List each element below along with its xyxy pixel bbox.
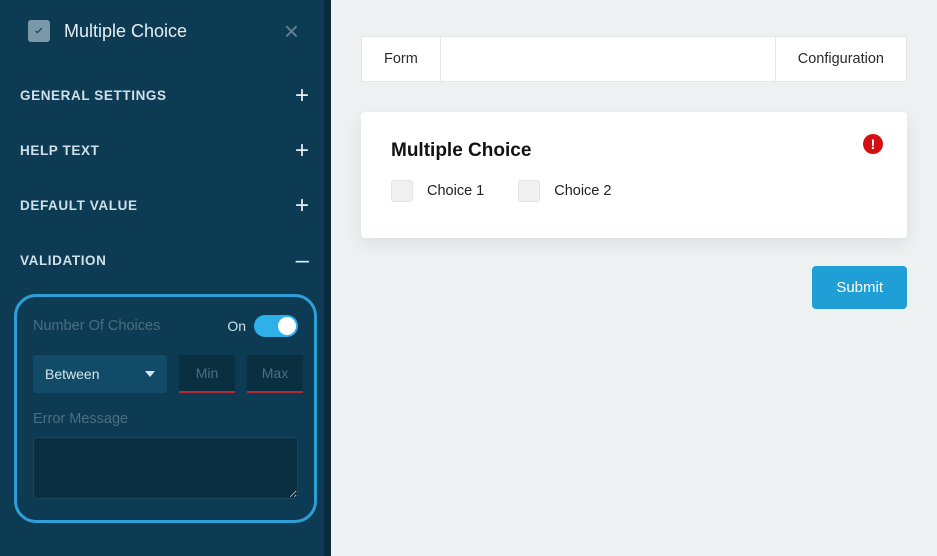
operator-value: Between	[45, 366, 99, 382]
sidebar: Multiple Choice × GENERAL SETTINGS + HEL…	[0, 0, 331, 556]
main-canvas: Form Configuration ! Multiple Choice Cho…	[331, 0, 937, 556]
close-icon[interactable]: ×	[278, 18, 305, 44]
min-input[interactable]	[179, 355, 235, 393]
validation-panel: Number Of Choices On Between Error Messa…	[14, 294, 317, 523]
plus-icon: +	[295, 200, 309, 212]
error-message-input[interactable]	[33, 437, 298, 499]
field-title: Multiple Choice	[391, 140, 877, 162]
choice-label: Choice 2	[554, 183, 611, 199]
tab-configuration[interactable]: Configuration	[776, 37, 906, 81]
max-input[interactable]	[247, 355, 303, 393]
sidebar-title: Multiple Choice	[64, 21, 264, 42]
form-field-card[interactable]: ! Multiple Choice Choice 1 Choice 2	[361, 112, 907, 238]
choice-option[interactable]: Choice 2	[518, 180, 611, 202]
section-label: VALIDATION	[20, 253, 107, 268]
plus-icon: +	[295, 145, 309, 157]
tab-bar: Form Configuration	[361, 36, 907, 82]
sidebar-scroll-track[interactable]	[324, 0, 331, 556]
checkbox-icon[interactable]	[518, 180, 540, 202]
section-validation[interactable]: VALIDATION –	[0, 233, 331, 288]
operator-select[interactable]: Between	[33, 355, 167, 393]
checkbox-icon[interactable]	[391, 180, 413, 202]
toggle-knob	[278, 317, 296, 335]
section-label: HELP TEXT	[20, 143, 99, 158]
tab-spacer	[441, 37, 776, 81]
num-choices-toggle-group: On	[227, 315, 298, 337]
sidebar-header: Multiple Choice ×	[0, 0, 331, 68]
minus-icon: –	[296, 255, 309, 267]
choice-label: Choice 1	[427, 183, 484, 199]
submit-row: Submit	[361, 266, 907, 309]
section-general-settings[interactable]: GENERAL SETTINGS +	[0, 68, 331, 123]
choices-row: Choice 1 Choice 2	[391, 180, 877, 202]
error-message-label: Error Message	[33, 411, 298, 427]
plus-icon: +	[295, 90, 309, 102]
toggle-state-label: On	[227, 318, 246, 334]
num-choices-toggle[interactable]	[254, 315, 298, 337]
num-choices-label: Number Of Choices	[33, 318, 160, 334]
tab-form[interactable]: Form	[362, 37, 441, 81]
section-help-text[interactable]: HELP TEXT +	[0, 123, 331, 178]
choice-option[interactable]: Choice 1	[391, 180, 484, 202]
chevron-down-icon	[145, 371, 155, 377]
section-label: GENERAL SETTINGS	[20, 88, 167, 103]
alert-icon: !	[863, 134, 883, 154]
section-label: DEFAULT VALUE	[20, 198, 138, 213]
checkbox-icon	[28, 20, 50, 42]
section-default-value[interactable]: DEFAULT VALUE +	[0, 178, 331, 233]
submit-button[interactable]: Submit	[812, 266, 907, 309]
